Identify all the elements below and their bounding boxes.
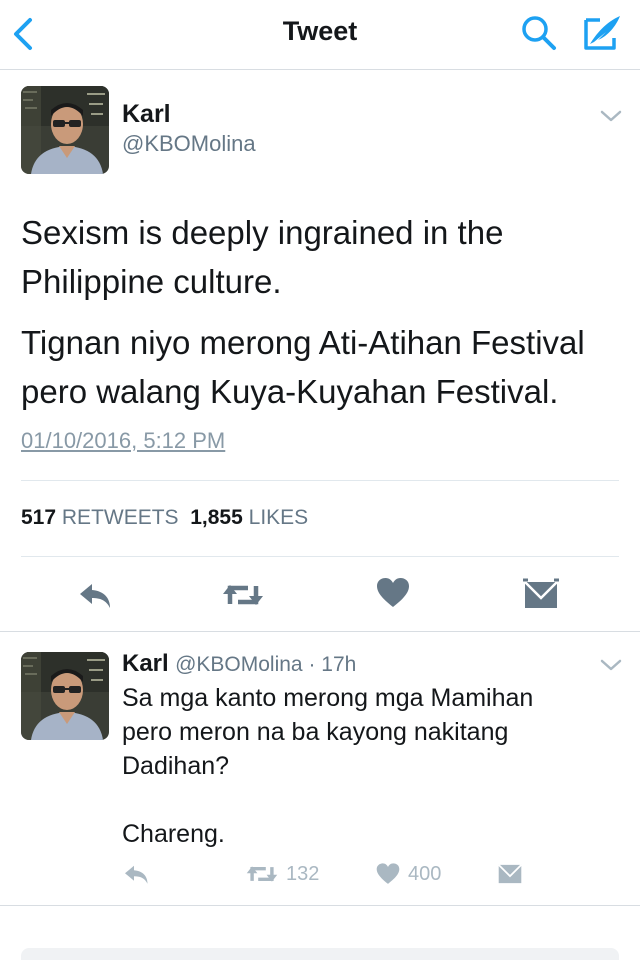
reply-tweet-text: Sa mga kanto merong mga Mamihan pero mer… [122, 684, 534, 848]
author-name[interactable]: Karl [122, 100, 171, 129]
compose-feather-icon [584, 16, 620, 50]
reply-button[interactable] [122, 860, 152, 888]
avatar[interactable] [21, 652, 109, 740]
profile-photo [21, 86, 109, 174]
tweet-text-paragraph: Tignan niyo merong Ati-Atihan Festival p… [21, 324, 585, 410]
reply-input-bar[interactable] [21, 948, 619, 960]
retweets-label[interactable]: RETWEETS [62, 506, 179, 529]
direct-message-icon [498, 864, 522, 884]
direct-message-icon [523, 578, 559, 608]
like-button[interactable]: 400 [376, 860, 441, 888]
reply-header: Karl @KBOMolina · 17h [122, 650, 356, 678]
tweet-menu-button[interactable] [599, 108, 623, 124]
like-count: 400 [408, 862, 442, 885]
retweet-icon [246, 866, 278, 882]
search-button[interactable] [520, 14, 558, 52]
reply-icon [125, 865, 148, 884]
tweet-stats: 517 RETWEETS 1,855 LIKES [21, 506, 308, 530]
chevron-down-icon [600, 110, 622, 122]
likes-count[interactable]: 1,855 [190, 506, 243, 529]
retweet-count: 132 [286, 862, 320, 885]
retweet-button[interactable] [222, 580, 264, 610]
author-handle-and-time[interactable]: @KBOMolina · 17h [175, 653, 356, 676]
chevron-down-icon [600, 659, 622, 671]
avatar[interactable] [21, 86, 109, 174]
navigation-bar: Tweet [0, 0, 640, 70]
heart-icon [376, 863, 400, 884]
divider [21, 556, 619, 557]
retweets-count[interactable]: 517 [21, 506, 56, 529]
tweet-timestamp[interactable]: 01/10/2016, 5:12 PM [21, 428, 225, 454]
like-button[interactable] [376, 576, 410, 610]
direct-message-button[interactable] [496, 860, 524, 888]
compose-button[interactable] [580, 12, 624, 52]
divider [21, 480, 619, 481]
heart-icon [377, 578, 409, 607]
retweet-button[interactable]: 132 [246, 860, 319, 888]
direct-message-button[interactable] [522, 578, 560, 612]
likes-label[interactable]: LIKES [249, 506, 309, 529]
retweet-icon [223, 585, 263, 605]
tweet-text-paragraph: Sexism is deeply ingrained in the Philip… [21, 214, 504, 300]
author-name[interactable]: Karl [122, 650, 169, 677]
reply-button[interactable] [76, 578, 116, 612]
search-icon [522, 16, 556, 50]
reply-icon [80, 584, 110, 608]
author-handle[interactable]: @KBOMolina [122, 131, 256, 157]
tweet-menu-button[interactable] [599, 657, 623, 673]
profile-photo [21, 652, 109, 740]
divider [0, 631, 640, 632]
divider [0, 905, 640, 906]
